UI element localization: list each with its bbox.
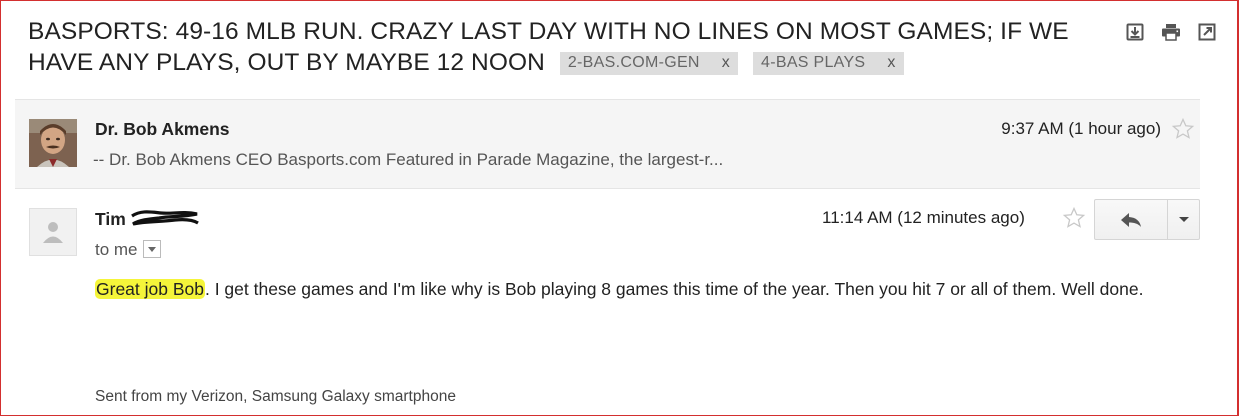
message-time: 11:14 AM (12 minutes ago)	[822, 208, 1025, 227]
chevron-down-icon	[1178, 217, 1189, 222]
avatar	[29, 208, 77, 256]
more-options-button[interactable]	[1168, 200, 1199, 239]
sender-first-name: Tim	[95, 209, 126, 229]
redaction-scribble	[130, 210, 199, 226]
reply-icon	[1121, 212, 1141, 227]
download-icon[interactable]	[1125, 22, 1145, 42]
recipient-text: to me	[95, 240, 138, 259]
collapsed-message[interactable]: Dr. Bob Akmens -- Dr. Bob Akmens CEO Bas…	[15, 99, 1200, 189]
reply-button[interactable]	[1095, 200, 1168, 239]
show-details-button[interactable]	[142, 240, 161, 258]
label-chip[interactable]: 2-BAS.COM-GEN x	[559, 52, 739, 75]
star-icon[interactable]	[1062, 206, 1086, 230]
label-name: 2-BAS.COM-GEN	[567, 54, 700, 71]
thread-toolbar	[1125, 22, 1217, 42]
remove-label-button[interactable]: x	[722, 54, 730, 71]
message-signature: Sent from my Verizon, Samsung Galaxy sma…	[95, 388, 456, 405]
highlighted-text: Great job Bob	[95, 279, 205, 299]
message-snippet: -- Dr. Bob Akmens CEO Basports.com Featu…	[93, 150, 724, 169]
subject-text: BASPORTS: 49-16 MLB RUN. CRAZY LAST DAY …	[28, 18, 1069, 76]
sender-name: Dr. Bob Akmens	[95, 119, 230, 139]
avatar	[29, 119, 77, 167]
print-icon[interactable]	[1161, 22, 1181, 42]
body-text: . I get these games and I'm like why is …	[204, 279, 1144, 299]
sender-name: Tim	[95, 208, 199, 230]
remove-label-button[interactable]: x	[887, 54, 895, 71]
message-body: Great job Bob. I get these games and I'm…	[95, 278, 1185, 300]
reply-button-group	[1094, 199, 1200, 240]
label-name: 4-BAS PLAYS	[761, 54, 866, 71]
recipient-line: to me	[95, 240, 161, 260]
new-window-icon[interactable]	[1197, 22, 1217, 42]
star-icon[interactable]	[1171, 117, 1195, 141]
label-chip[interactable]: 4-BAS PLAYS x	[753, 52, 904, 75]
email-subject: BASPORTS: 49-16 MLB RUN. CRAZY LAST DAY …	[28, 16, 1098, 78]
message-time: 9:37 AM (1 hour ago)	[1001, 119, 1161, 138]
